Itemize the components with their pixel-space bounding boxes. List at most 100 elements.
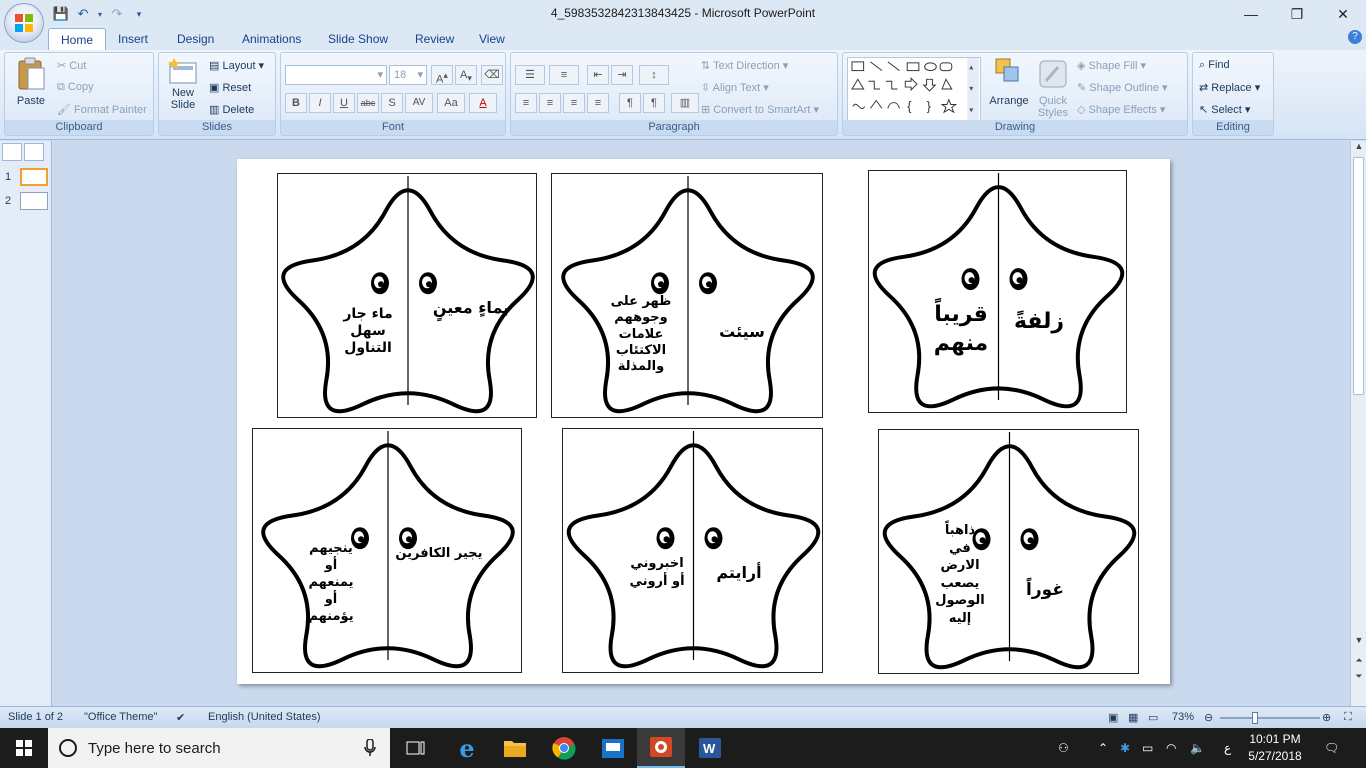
star-card[interactable]: يجير الكافرين ينجيهم أو يمنعهم أو يؤمنهم [252,428,522,673]
decrease-indent-icon[interactable]: ⇤ [587,65,609,85]
layout-button[interactable]: ▤ Layout ▾ [209,59,264,72]
character-spacing-button[interactable]: AV [405,93,433,113]
align-text-button[interactable]: ⇳ Align Text ▾ [701,81,769,94]
star-card[interactable]: زلفةً قريباً منهم [868,170,1127,413]
quick-styles-button[interactable]: Quick Styles [1033,57,1073,119]
tab-view[interactable]: View [467,28,517,50]
find-button[interactable]: ⌕ Find [1199,59,1230,72]
store-app-icon[interactable] [589,728,637,768]
zoom-out-icon[interactable]: ⊖ [1204,711,1213,724]
bluetooth-icon[interactable]: ✱ [1120,728,1130,768]
line-spacing-icon[interactable]: ↕ [639,65,669,85]
input-language[interactable]: ع [1224,728,1231,768]
chrome-icon[interactable] [540,728,588,768]
office-button[interactable] [4,3,44,43]
tab-design[interactable]: Design [165,28,226,50]
reset-button[interactable]: ▣ Reset [209,81,251,94]
tab-home[interactable]: Home [48,28,107,50]
battery-icon[interactable]: ▭ [1142,728,1153,768]
shape-fill-button[interactable]: ◈ Shape Fill ▾ [1077,59,1146,72]
clear-formatting-icon[interactable]: ⌫ [481,65,503,85]
strikethrough-button[interactable]: abc [357,93,379,113]
slide-show-icon[interactable]: ▭ [1148,711,1158,724]
change-case-button[interactable]: Aa [437,93,465,113]
taskbar-search[interactable]: Type here to search [48,728,390,768]
slides-tab-icon[interactable] [2,143,22,161]
spelling-check-icon[interactable]: ✔ [176,711,185,724]
scroll-down-icon[interactable]: ▼ [1351,635,1366,649]
shadow-button[interactable]: S [381,93,403,113]
next-slide-icon[interactable]: ⏷ [1351,671,1366,685]
align-right-icon[interactable]: ≡ [563,93,585,113]
microphone-icon[interactable] [364,739,376,757]
cut-button[interactable]: ✂ Cut [57,59,86,72]
powerpoint-taskbar-icon[interactable] [637,728,685,768]
arrange-button[interactable]: Arrange [987,57,1031,119]
scroll-up-icon[interactable]: ▲ [1351,141,1366,155]
help-icon[interactable]: ? [1348,30,1362,44]
slide-sorter-icon[interactable]: ▦ [1128,711,1138,724]
minimize-button[interactable]: — [1228,0,1274,28]
font-size-combo[interactable]: 18 ▾ [389,65,427,85]
replace-button[interactable]: ⇄ Replace ▾ [1199,81,1260,94]
zoom-slider-thumb[interactable] [1252,712,1258,724]
font-color-button[interactable]: A [469,93,497,113]
ltr-icon[interactable]: ¶ [643,93,665,113]
text-direction-button[interactable]: ⇅ Text Direction ▾ [701,59,788,72]
font-name-combo[interactable]: ▾ [285,65,387,85]
word-taskbar-icon[interactable]: W [686,728,734,768]
star-card[interactable]: غوراً ذاهباً في الارض يصعب الوصول إليه [878,429,1139,674]
notifications-icon[interactable]: 🗨 [1324,728,1339,768]
language-indicator[interactable]: English (United States) [208,711,321,723]
shrink-font-button[interactable]: A▾ [455,65,477,85]
justify-icon[interactable]: ≡ [587,93,609,113]
underline-button[interactable]: U [333,93,355,113]
shapes-gallery[interactable]: { } ▴ ▾ ▾ [847,57,981,121]
increase-indent-icon[interactable]: ⇥ [611,65,633,85]
new-slide-button[interactable]: New Slide [163,57,203,119]
previous-slide-icon[interactable]: ⏶ [1351,655,1366,669]
close-button[interactable]: ✕ [1320,0,1366,28]
system-clock[interactable]: 10:01 PM 5/27/2018 [1240,731,1310,765]
zoom-level[interactable]: 73% [1172,711,1194,723]
normal-view-icon[interactable]: ▣ [1108,711,1118,724]
start-button[interactable] [0,728,48,768]
scroll-thumb[interactable] [1353,157,1364,395]
tab-review[interactable]: Review [403,28,466,50]
volume-icon[interactable]: 🔈 [1190,728,1205,768]
bold-button[interactable]: B [285,93,307,113]
edge-icon[interactable]: e [443,728,491,768]
format-painter-button[interactable]: 🖌 Format Painter [57,103,147,116]
delete-button[interactable]: ▥ Delete [209,103,254,116]
bullets-icon[interactable]: ☰ [515,65,545,85]
zoom-in-icon[interactable]: ⊕ [1322,711,1331,724]
tab-insert[interactable]: Insert [106,28,160,50]
vertical-scrollbar[interactable]: ▲ ▼ ⏶ ⏷ [1350,141,1366,706]
tab-animations[interactable]: Animations [230,28,313,50]
align-left-icon[interactable]: ≡ [515,93,537,113]
star-card[interactable]: أرايتم اخبروني أو أروني [562,428,823,673]
fit-to-window-icon[interactable]: ⛶ [1344,711,1352,724]
wifi-icon[interactable]: ◠ [1166,728,1176,768]
outline-tab-icon[interactable] [24,143,44,161]
slide-canvas[interactable]: بماءٍ معينٍ ماء جار سهل التناول سيئت ظهر… [237,159,1170,684]
convert-smartart-button[interactable]: ⊞ Convert to SmartArt ▾ [701,103,819,116]
select-button[interactable]: ↖ Select ▾ [1199,103,1250,116]
numbering-icon[interactable]: ≡ [549,65,579,85]
align-center-icon[interactable]: ≡ [539,93,561,113]
file-explorer-icon[interactable] [491,728,539,768]
columns-icon[interactable]: ▥ [671,93,699,113]
task-view-icon[interactable] [392,728,440,768]
tab-slide-show[interactable]: Slide Show [316,28,400,50]
paste-button[interactable]: Paste [11,57,51,117]
people-icon[interactable]: ⚇ [1058,728,1069,768]
star-card[interactable]: بماءٍ معينٍ ماء جار سهل التناول [277,173,537,418]
copy-button[interactable]: ⧉ Copy [57,81,94,94]
zoom-slider[interactable] [1220,712,1320,724]
show-hidden-icons[interactable]: ⌃ [1098,728,1108,768]
grow-font-button[interactable]: A▴ [431,65,453,86]
shape-outline-button[interactable]: ✎ Shape Outline ▾ [1077,81,1168,94]
restore-button[interactable]: ❐ [1274,0,1320,28]
italic-button[interactable]: I [309,93,331,113]
star-card[interactable]: سيئت ظهر على وجوههم علامات الاكتئاب والم… [551,173,823,418]
